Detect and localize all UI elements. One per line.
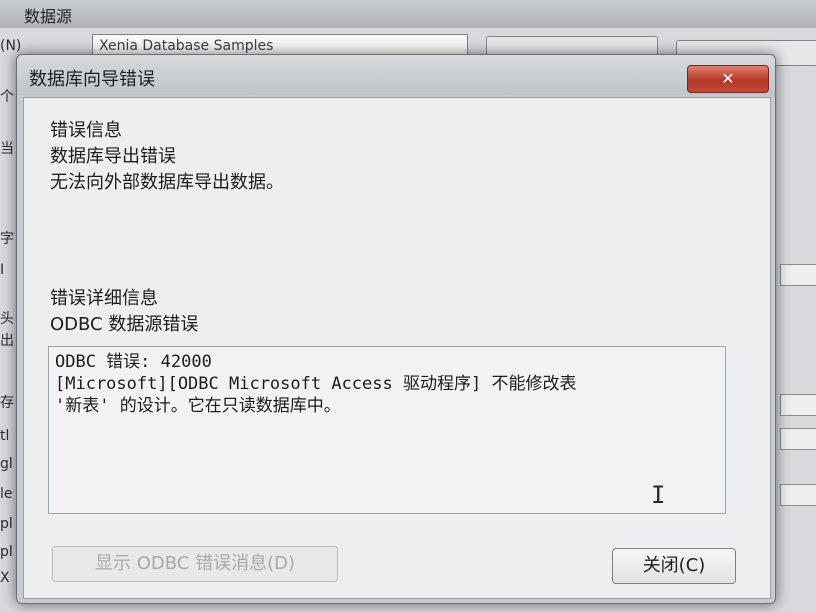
background-label: gl bbox=[0, 456, 13, 472]
background-titlebar: 数据源 bbox=[0, 0, 816, 28]
background-label: X bbox=[0, 570, 10, 586]
error-info-line: 数据库导出错误 bbox=[50, 146, 176, 167]
show-odbc-error-button[interactable]: 显示 ODBC 错误消息(D) bbox=[52, 546, 338, 582]
background-right-field[interactable] bbox=[780, 484, 816, 506]
background-label: 出 bbox=[0, 333, 14, 349]
database-wizard-error-dialog: 数据库向导错误 ✕ 错误信息 数据库导出错误 无法向外部数据库导出数据。 错误详… bbox=[16, 54, 776, 604]
details-line: [Microsoft][ODBC Microsoft Access 驱动程序] … bbox=[55, 374, 577, 394]
background-right-field[interactable] bbox=[780, 394, 816, 416]
error-details-textbox[interactable]: ODBC 错误: 42000 [Microsoft][ODBC Microsof… bbox=[48, 346, 726, 514]
close-button[interactable]: 关闭(C) bbox=[612, 548, 736, 584]
background-window-title: 数据源 bbox=[24, 7, 73, 26]
error-details-heading: 错误详细信息 bbox=[50, 288, 158, 309]
error-details-section: 错误详细信息 ODBC 数据源错误 bbox=[50, 286, 198, 338]
background-label: le bbox=[0, 486, 13, 502]
background-label: pl bbox=[0, 544, 13, 560]
background-right-field[interactable] bbox=[780, 428, 816, 450]
background-label: tl bbox=[0, 428, 10, 444]
error-info-line: 无法向外部数据库导出数据。 bbox=[50, 172, 284, 193]
error-info-section: 错误信息 数据库导出错误 无法向外部数据库导出数据。 bbox=[50, 118, 284, 196]
background-label: I bbox=[0, 262, 5, 278]
dialog-titlebar[interactable]: 数据库向导错误 ✕ bbox=[17, 55, 775, 95]
background-label: 当 bbox=[0, 141, 14, 157]
error-details-text: ODBC 错误: 42000 [Microsoft][ODBC Microsof… bbox=[55, 351, 719, 417]
background-label: pl bbox=[0, 516, 13, 532]
background-label: 头 bbox=[0, 311, 14, 327]
background-datasource-field[interactable]: Xenia Database Samples bbox=[92, 34, 468, 56]
dialog-body: 错误信息 数据库导出错误 无法向外部数据库导出数据。 错误详细信息 ODBC 数… bbox=[23, 97, 771, 599]
close-icon[interactable]: ✕ bbox=[687, 65, 769, 93]
background-label: 个 bbox=[0, 89, 14, 105]
background-label: (N) bbox=[0, 38, 22, 54]
background-right-field[interactable] bbox=[780, 264, 816, 286]
dialog-title: 数据库向导错误 bbox=[29, 69, 155, 90]
background-label: 字 bbox=[0, 231, 14, 247]
details-line: '新表' 的设计。它在只读数据库中。 bbox=[55, 396, 341, 416]
text-cursor-icon: I bbox=[651, 481, 666, 509]
background-label: 存 bbox=[0, 395, 14, 411]
error-info-heading: 错误信息 bbox=[50, 120, 122, 141]
error-details-subheading: ODBC 数据源错误 bbox=[50, 314, 199, 335]
details-line: ODBC 错误: 42000 bbox=[55, 352, 212, 372]
